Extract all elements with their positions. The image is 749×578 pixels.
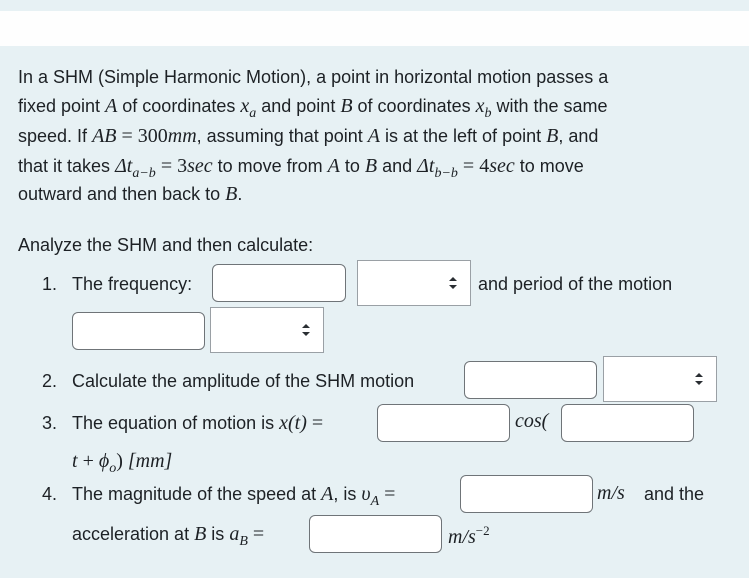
amplitude-unit-select[interactable] xyxy=(603,356,717,402)
equals-sign: = xyxy=(306,412,324,434)
xb-subscript: b xyxy=(484,106,492,121)
acceleration-unit-base: m/s xyxy=(448,526,476,548)
cos-function-label: cos( xyxy=(515,410,549,432)
equals-sign: = xyxy=(379,483,396,505)
problem-text: . xyxy=(237,184,243,204)
q1-label: The frequency: xyxy=(72,274,193,294)
point-a-symbol: A xyxy=(321,483,334,505)
problem-text: of coordinates xyxy=(352,96,476,116)
q4-label: The magnitude of the speed at A, is υA = xyxy=(72,483,396,509)
q3-equation-tail: t + ϕo) [mm] xyxy=(72,450,173,476)
select-arrows-icon xyxy=(449,277,457,289)
problem-text: and point xyxy=(256,96,341,116)
delta-t-symbol: Δt xyxy=(115,155,133,177)
phi-symbol: ϕ xyxy=(98,450,110,472)
acceleration-input[interactable] xyxy=(309,515,442,553)
unit-mm: [mm] xyxy=(127,450,173,472)
xb-symbol: x xyxy=(475,95,485,117)
select-arrows-icon xyxy=(695,373,703,385)
q4-label-text: The magnitude of the speed at xyxy=(72,484,322,504)
problem-text: to move from xyxy=(212,156,328,176)
period-input[interactable] xyxy=(72,312,205,350)
q3-label-text: The equation of motion is xyxy=(72,413,280,433)
equals-sign: = xyxy=(116,125,138,147)
problem-line-4: that it takes Δta−b = 3sec to move from … xyxy=(18,155,584,181)
plus-sign: + xyxy=(77,450,99,472)
problem-line-2: fixed point A of coordinates xa and poin… xyxy=(18,95,608,121)
problem-text: of coordinates xyxy=(117,96,241,116)
equation-amplitude-input[interactable] xyxy=(377,404,510,442)
acceleration-symbol: a xyxy=(229,523,240,545)
distance-value: 300 xyxy=(137,125,168,147)
select-arrows-icon xyxy=(302,324,310,336)
xa-subscript: a xyxy=(249,106,257,121)
amplitude-input[interactable] xyxy=(464,361,597,399)
q4-label-text: acceleration at xyxy=(72,524,195,544)
point-b-symbol: B xyxy=(194,523,207,545)
delta-t-symbol: Δt xyxy=(417,155,435,177)
problem-text: to xyxy=(339,156,365,176)
instructions: Analyze the SHM and then calculate: xyxy=(18,235,314,255)
problem-text: fixed point xyxy=(18,96,106,116)
acceleration-subscript: B xyxy=(239,534,248,549)
equals-sign: = xyxy=(155,155,178,177)
equals-sign: = xyxy=(247,523,265,545)
point-a-symbol: A xyxy=(105,95,118,117)
problem-text: speed. If xyxy=(18,126,93,146)
point-a-symbol: A xyxy=(327,155,340,177)
point-b-symbol: B xyxy=(546,125,559,147)
q3-number: 3. xyxy=(42,413,58,433)
q4-label-text: , is xyxy=(333,484,362,504)
angular-frequency-input[interactable] xyxy=(561,404,694,442)
point-a-symbol: A xyxy=(367,125,380,147)
problem-text: In a SHM (Simple Harmonic Motion), a poi… xyxy=(18,67,609,87)
acceleration-unit: m/s−2 xyxy=(448,523,490,550)
time-unit: sec xyxy=(187,155,213,177)
time-unit: sec xyxy=(489,155,515,177)
q1-number: 1. xyxy=(42,274,58,294)
problem-text: with the same xyxy=(491,96,608,116)
velocity-symbol: υ xyxy=(361,483,371,505)
point-b-symbol: B xyxy=(340,95,353,117)
q2-number: 2. xyxy=(42,371,58,391)
problem-line-5: outward and then back to B. xyxy=(18,183,242,205)
q2-label: Calculate the amplitude of the SHM motio… xyxy=(72,371,415,391)
velocity-subscript: A xyxy=(370,494,380,509)
distance-unit: mm xyxy=(167,125,197,147)
q4-and-the: and the xyxy=(644,484,705,504)
q4-label-text: is xyxy=(206,524,230,544)
time-bb-value: 4 xyxy=(479,155,490,177)
time-ab-value: 3 xyxy=(177,155,188,177)
problem-text: and xyxy=(377,156,418,176)
delta-t-subscript: a−b xyxy=(132,166,156,181)
equals-sign: = xyxy=(457,155,480,177)
frequency-unit-select[interactable] xyxy=(357,260,471,306)
speed-unit: m/s xyxy=(597,482,625,504)
phi-subscript: o xyxy=(109,461,117,476)
problem-text: , and xyxy=(558,126,599,146)
acceleration-unit-exponent: −2 xyxy=(475,523,490,538)
frequency-input[interactable] xyxy=(212,264,346,302)
x-of-t-symbol: x(t) xyxy=(279,412,307,434)
q3-label: The equation of motion is x(t) = xyxy=(72,412,323,434)
q4-number: 4. xyxy=(42,484,58,504)
xa-symbol: x xyxy=(240,95,250,117)
problem-line-3: speed. If AB = 300mm, assuming that poin… xyxy=(18,125,598,147)
period-unit-select[interactable] xyxy=(210,307,324,353)
speed-input[interactable] xyxy=(460,475,593,513)
header-band xyxy=(0,11,749,46)
problem-text: outward and then back to xyxy=(18,184,226,204)
point-b-symbol: B xyxy=(364,155,378,177)
problem-text: that it takes xyxy=(18,156,116,176)
problem-line-1: In a SHM (Simple Harmonic Motion), a poi… xyxy=(18,66,608,88)
ab-symbol: AB xyxy=(92,125,117,147)
problem-text: , assuming that point xyxy=(196,126,368,146)
problem-text: is at the left of point xyxy=(380,126,547,146)
problem-text: to move xyxy=(514,156,584,176)
point-b-symbol: B xyxy=(225,183,238,205)
close-paren: ) xyxy=(116,450,128,472)
q4-accel-label: acceleration at B is aB = xyxy=(72,523,265,549)
q1-period-text: and period of the motion xyxy=(478,274,673,294)
delta-t-subscript: b−b xyxy=(434,166,458,181)
